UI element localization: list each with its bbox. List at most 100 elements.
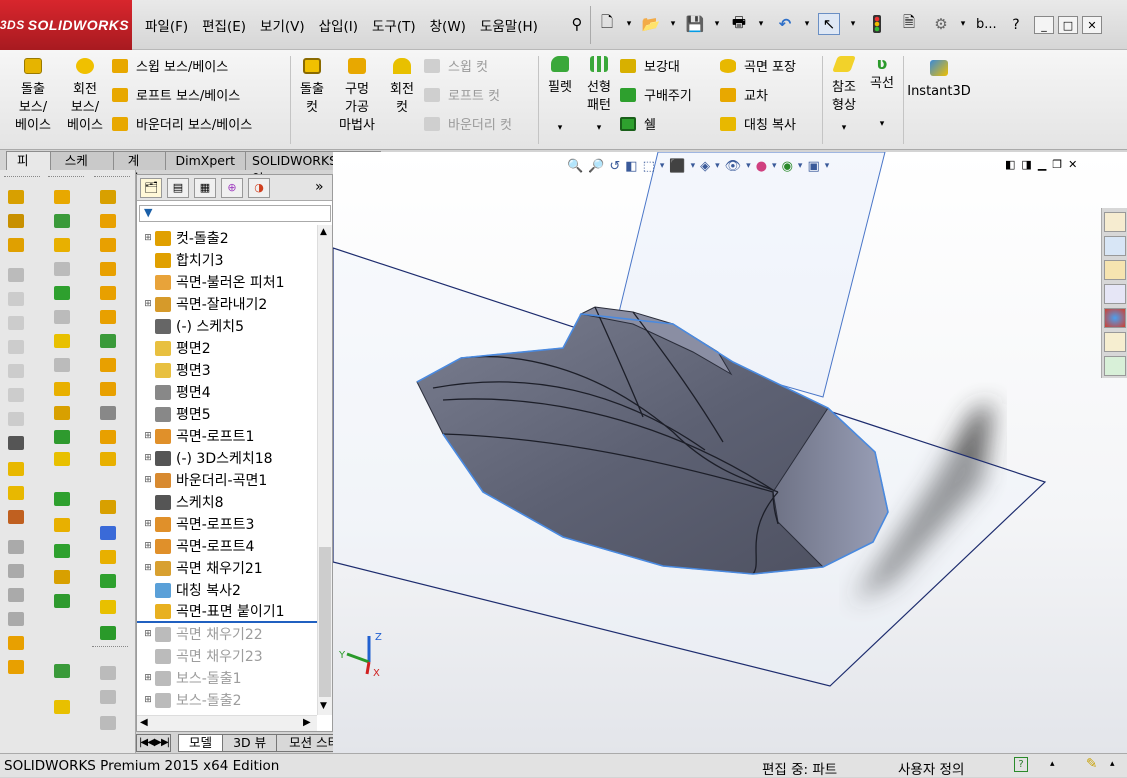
toolbar-tool-icon[interactable] — [8, 412, 24, 426]
chevron-down-icon[interactable]: ▾ — [691, 161, 696, 171]
status-units[interactable]: 사용자 정의 — [898, 758, 964, 778]
viewport-tile-right-icon[interactable]: ◨ — [1021, 158, 1031, 171]
toolbar-tool-icon[interactable] — [100, 550, 116, 564]
chevron-up-icon[interactable]: ▴ — [1110, 759, 1115, 769]
scroll-up-icon[interactable]: ▲ — [320, 227, 327, 237]
viewport-tile-left-icon[interactable]: ◧ — [1005, 158, 1015, 171]
feature-tree-item[interactable]: 곡면-표면 붙이기1 — [137, 601, 317, 623]
chevron-down-icon[interactable]: ▾ — [825, 161, 830, 171]
extrude-cut-button[interactable]: 돌출 컷 — [292, 58, 332, 117]
toolbar-tool-icon[interactable] — [54, 700, 70, 714]
expand-toggle-icon[interactable]: ⊞ — [143, 541, 153, 551]
feature-tree-tab-icon[interactable]: 🗂 — [140, 178, 162, 198]
restore-button[interactable]: □ — [1058, 16, 1078, 34]
toolbar-tool-icon[interactable] — [54, 570, 70, 584]
help-button[interactable]: ? — [1006, 16, 1026, 34]
linear-pattern-button[interactable]: 선형 패턴 ▾ — [580, 56, 618, 137]
toolbar-tool-icon[interactable] — [54, 190, 70, 204]
display-style-icon[interactable]: ◈ — [700, 159, 710, 174]
toolbar-tool-icon[interactable] — [8, 564, 24, 578]
toolbar-tool-icon[interactable] — [100, 626, 116, 640]
toolbar-tool-icon[interactable] — [54, 518, 70, 532]
feature-tree-item[interactable]: ⊞ 곡면 채우기22 — [137, 623, 317, 645]
sweep-boss-button[interactable]: 스윕 보스/베이스 — [112, 56, 228, 75]
scroll-left-icon[interactable]: ◀ — [140, 717, 148, 728]
expand-toggle-icon[interactable]: ⊞ — [143, 629, 153, 639]
new-document-icon[interactable]: 🗋 — [596, 13, 618, 35]
expand-toggle-icon[interactable]: ⊞ — [143, 299, 153, 309]
feature-tree-item[interactable]: 곡면-불러온 피처1 — [137, 271, 317, 293]
feature-tree-filter[interactable]: ▼ — [139, 205, 331, 222]
toolbar-tool-icon[interactable] — [8, 340, 24, 354]
instant3d-button[interactable]: Instant3D — [906, 60, 972, 101]
toolbar-tool-icon[interactable] — [8, 388, 24, 402]
toolbar-tool-icon[interactable] — [8, 636, 24, 650]
tab-features[interactable]: 피처 — [6, 151, 51, 186]
edit-appearance-icon[interactable]: ● — [756, 159, 767, 174]
display-manager-tab-icon[interactable]: ◑ — [248, 178, 270, 198]
file-properties-icon[interactable]: 🗎 — [898, 13, 920, 35]
previous-view-icon[interactable]: ↺ — [609, 159, 620, 174]
chevron-down-icon[interactable]: ▾ — [618, 13, 640, 35]
mirror-button[interactable]: 대칭 복사 — [720, 114, 796, 133]
appearances-scenes-icon[interactable] — [1104, 308, 1126, 328]
toolbar-tool-icon[interactable] — [8, 190, 24, 204]
property-manager-tab-icon[interactable]: ▤ — [167, 178, 189, 198]
feature-tree-item[interactable]: ⊞ 곡면-로프트1 — [137, 425, 317, 447]
toolbar-tool-icon[interactable] — [100, 666, 116, 680]
feature-tree-item[interactable]: ⊞ 보스-돌출1 — [137, 667, 317, 689]
chevron-down-icon[interactable]: ▾ — [706, 13, 728, 35]
feature-tree-item[interactable]: ⊞ 보스-돌출2 — [137, 689, 317, 711]
toolbar-tool-icon[interactable] — [8, 292, 24, 306]
rib-button[interactable]: 보강대 — [620, 56, 680, 75]
toolbar-tool-icon[interactable] — [8, 612, 24, 626]
boundary-boss-button[interactable]: 바운더리 보스/베이스 — [112, 114, 252, 133]
chevron-down-icon[interactable]: ▾ — [798, 161, 803, 171]
toolbar-tool-icon[interactable] — [100, 382, 116, 396]
solidworks-resources-icon[interactable] — [1104, 212, 1126, 232]
toolbar-tool-icon[interactable] — [100, 190, 116, 204]
apply-scene-icon[interactable]: ◉ — [782, 159, 793, 174]
section-view-icon[interactable]: ◧ — [625, 159, 637, 174]
revolve-boss-button[interactable]: 회전 보스/ 베이스 — [60, 58, 110, 135]
intersect-button[interactable]: 교차 — [720, 85, 768, 104]
expand-panel-icon[interactable]: » — [315, 179, 324, 195]
feature-tree-item[interactable]: ⊞ 곡면 채우기21 — [137, 557, 317, 579]
toolbar-tool-icon[interactable] — [100, 430, 116, 444]
toolbar-tool-icon[interactable] — [54, 262, 70, 276]
expand-toggle-icon[interactable]: ⊞ — [143, 673, 153, 683]
fillet-button[interactable]: 필렛 ▾ — [542, 56, 578, 137]
toolbar-tool-icon[interactable] — [100, 716, 116, 730]
open-folder-icon[interactable]: 📂 — [640, 13, 662, 35]
feature-tree-item[interactable]: 평면4 — [137, 381, 317, 403]
dimxpert-manager-tab-icon[interactable]: ⊕ — [221, 178, 243, 198]
toolbar-tool-icon[interactable] — [54, 358, 70, 372]
toolbar-tool-icon[interactable] — [8, 268, 24, 282]
menu-insert[interactable]: 삽입(I) — [312, 15, 365, 35]
chevron-up-icon[interactable]: ▴ — [1050, 759, 1055, 769]
toolbar-tool-icon[interactable] — [8, 238, 24, 252]
zoom-to-fit-icon[interactable]: 🔍 — [567, 159, 583, 174]
hole-wizard-button[interactable]: 구멍 가공 마법사 — [334, 58, 380, 135]
wrap-button[interactable]: 곡면 포장 — [720, 56, 796, 75]
pattern-dropdown-icon[interactable]: ▾ — [580, 119, 618, 137]
feature-tree-vertical-scrollbar[interactable]: ▲ ▼ — [317, 225, 332, 715]
scroll-right-icon[interactable]: ▶ — [303, 717, 311, 728]
feature-tree-item[interactable]: ⊞ 바운더리-곡면1 — [137, 469, 317, 491]
toolbar-tool-icon[interactable] — [8, 660, 24, 674]
toolbar-tool-icon[interactable] — [54, 452, 70, 466]
rebuild-traffic-light-icon[interactable] — [866, 13, 888, 35]
toolbar-tool-icon[interactable] — [100, 334, 116, 348]
toolbar-tool-icon[interactable] — [54, 286, 70, 300]
zoom-to-area-icon[interactable]: 🔎 — [588, 159, 604, 174]
toolbar-tool-icon[interactable] — [54, 214, 70, 228]
toolbar-tool-icon[interactable] — [54, 406, 70, 420]
save-icon[interactable]: 💾 — [684, 13, 706, 35]
chevron-down-icon[interactable]: ▾ — [796, 13, 818, 35]
expand-toggle-icon[interactable]: ⊞ — [143, 695, 153, 705]
boundary-cut-button[interactable]: 바운더리 컷 — [424, 114, 512, 133]
tab-sketch[interactable]: 스케치 — [49, 151, 114, 186]
select-cursor-icon[interactable]: ↖ — [818, 13, 840, 35]
options-gear-icon[interactable]: ⚙ — [930, 13, 952, 35]
chevron-down-icon[interactable]: ▾ — [952, 13, 974, 35]
